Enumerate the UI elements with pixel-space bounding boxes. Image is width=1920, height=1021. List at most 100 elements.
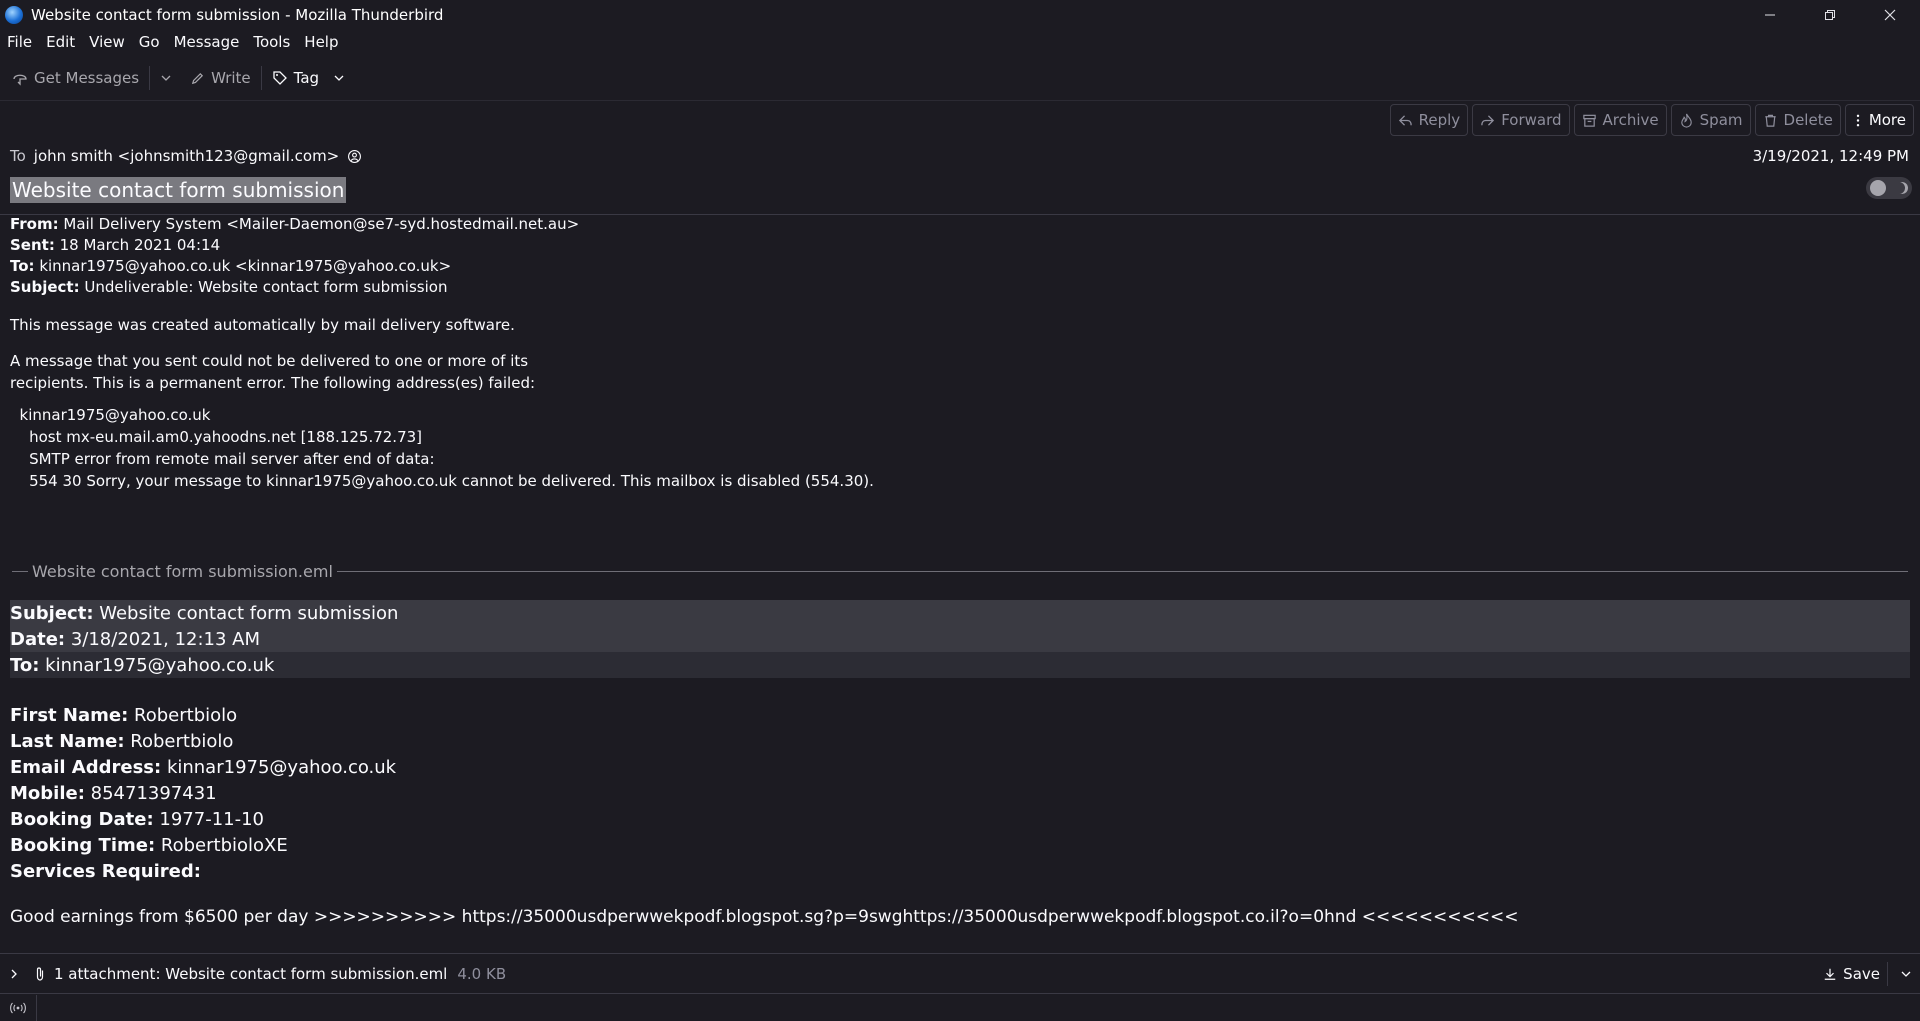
reply-button[interactable]: Reply [1389,104,1469,136]
minimize-button[interactable] [1740,0,1800,29]
spam-label: Spam [1699,111,1743,129]
archive-icon [1582,114,1596,127]
attachment-divider-label: Website contact form submission.eml [32,561,333,581]
bounce-subject-value: Undeliverable: Website contact form subm… [79,278,448,296]
get-messages-label: Get Messages [34,69,140,87]
header-actions: Reply Forward Archive Spam Delete More [1389,104,1914,136]
reply-label: Reply [1418,111,1461,129]
moon-icon [1896,182,1908,194]
bounce-to-label: To: [10,257,35,275]
message-date: 3/19/2021, 12:49 PM [1752,147,1909,165]
forwarded-to-value: kinnar1975@yahoo.co.uk [39,654,275,676]
message-subject: Website contact form submission [10,177,347,203]
form-field-row: Booking Date: 1977-11-10 [10,809,265,830]
forwarded-date-label: Date: [10,628,66,650]
download-icon [1824,968,1836,980]
spam-button[interactable]: Spam [1670,104,1751,136]
menu-file[interactable]: File [7,33,32,51]
form-field-row: Services Required: [10,861,201,882]
menu-tools[interactable]: Tools [253,33,290,51]
chevron-down-icon [1901,971,1911,977]
broadcast-icon [10,1002,26,1013]
menu-edit[interactable]: Edit [46,33,75,51]
chevron-down-icon [334,75,344,81]
chevron-down-icon [161,75,171,81]
menu-go[interactable]: Go [139,33,160,51]
message-body: From: Mail Delivery System <Mailer-Daemo… [0,214,1920,955]
form-field-row: Email Address: kinnar1975@yahoo.co.uk [10,757,397,778]
forwarded-subject-label: Subject: [10,602,94,624]
recipient-address[interactable]: john smith <johnsmith123@gmail.com> [34,147,339,165]
thunderbird-logo-icon [5,5,23,24]
tag-icon [273,71,287,85]
write-label: Write [211,69,251,87]
close-button[interactable] [1860,0,1920,29]
more-label: More [1868,111,1906,129]
trash-icon [1764,114,1776,127]
forwarded-date-value: 3/18/2021, 12:13 AM [65,628,261,650]
close-icon [1884,9,1896,20]
restore-icon [1825,9,1835,20]
write-button[interactable]: Write [184,63,257,93]
bounce-text-line: This message was created automatically b… [10,316,515,334]
delete-label: Delete [1783,111,1833,129]
bounce-text-line: kinnar1975@yahoo.co.uk [10,406,211,424]
chevron-right-icon[interactable] [8,968,20,980]
to-label: To [10,147,26,165]
get-messages-dropdown[interactable] [154,63,178,93]
pencil-icon [191,72,204,84]
title-bar: Website contact form submission - Mozill… [0,0,1920,29]
restore-button[interactable] [1800,0,1860,29]
menu-help[interactable]: Help [304,33,338,51]
attachment-size: 4.0 KB [457,965,507,983]
bounce-from-label: From: [10,215,59,233]
forwarded-date-row: Date: 3/18/2021, 12:13 AM [10,626,1910,652]
spam-message-line: Good earnings from $6500 per day >>>>>>>… [10,907,1519,927]
message-header: Reply Forward Archive Spam Delete More T… [0,100,1920,215]
bounce-from-value: Mail Delivery System <Mailer-Daemon@se7-… [58,215,580,233]
save-label: Save [1843,965,1880,983]
form-field-row: Mobile: 85471397431 [10,783,217,804]
menu-view[interactable]: View [89,33,125,51]
archive-button[interactable]: Archive [1573,104,1667,136]
delete-button[interactable]: Delete [1754,104,1841,136]
status-bar [0,993,1920,1021]
menu-message[interactable]: Message [174,33,240,51]
tag-label: Tag [293,69,320,87]
forward-button[interactable]: Forward [1472,104,1570,136]
window-title: Website contact form submission - Mozill… [31,5,444,24]
fire-icon [1680,113,1692,128]
dark-mode-toggle[interactable] [1866,177,1912,199]
forward-icon [1481,114,1495,126]
form-field-row: First Name: Robertbiolo [10,705,238,726]
tag-button[interactable]: Tag [266,63,351,93]
forward-label: Forward [1501,111,1562,129]
bounce-text-line: 554 30 Sorry, your message to kinnar1975… [10,472,874,490]
bounce-text-line: recipients. This is a permanent error. T… [10,374,536,392]
archive-label: Archive [1602,111,1659,129]
more-button[interactable]: More [1844,104,1914,136]
toolbar-separator [149,66,151,90]
toggle-knob [1870,180,1886,196]
paperclip-icon [36,967,44,981]
bounce-sent-label: Sent: [10,236,55,254]
bounce-subject-line: Subject: Undeliverable: Website contact … [10,278,447,296]
save-options-dropdown[interactable] [1900,968,1912,980]
toolbar-separator [260,66,262,90]
form-field-row: Last Name: Robertbiolo [10,731,234,752]
more-vertical-icon [1856,114,1860,126]
address-book-icon[interactable] [347,149,362,164]
recipient-line: To john smith <johnsmith123@gmail.com> [10,147,362,165]
menu-bar: File Edit View Go Message Tools Help [0,29,1920,55]
main-toolbar: Get Messages Write Tag [0,59,1920,97]
forwarded-subject-value: Website contact form submission [93,602,399,624]
minimize-icon [1765,14,1775,15]
save-attachment-button[interactable]: Save [1823,965,1880,983]
window-controls [1740,0,1920,29]
get-messages-button[interactable]: Get Messages [6,63,145,93]
attachment-count[interactable]: 1 attachment: Website contact form submi… [54,965,447,983]
online-status-button[interactable] [0,994,37,1021]
forwarded-subject-row: Subject: Website contact form submission [10,600,1910,626]
bounce-to-line: To: kinnar1975@yahoo.co.uk <kinnar1975@y… [10,257,451,275]
reply-icon [1398,114,1412,126]
